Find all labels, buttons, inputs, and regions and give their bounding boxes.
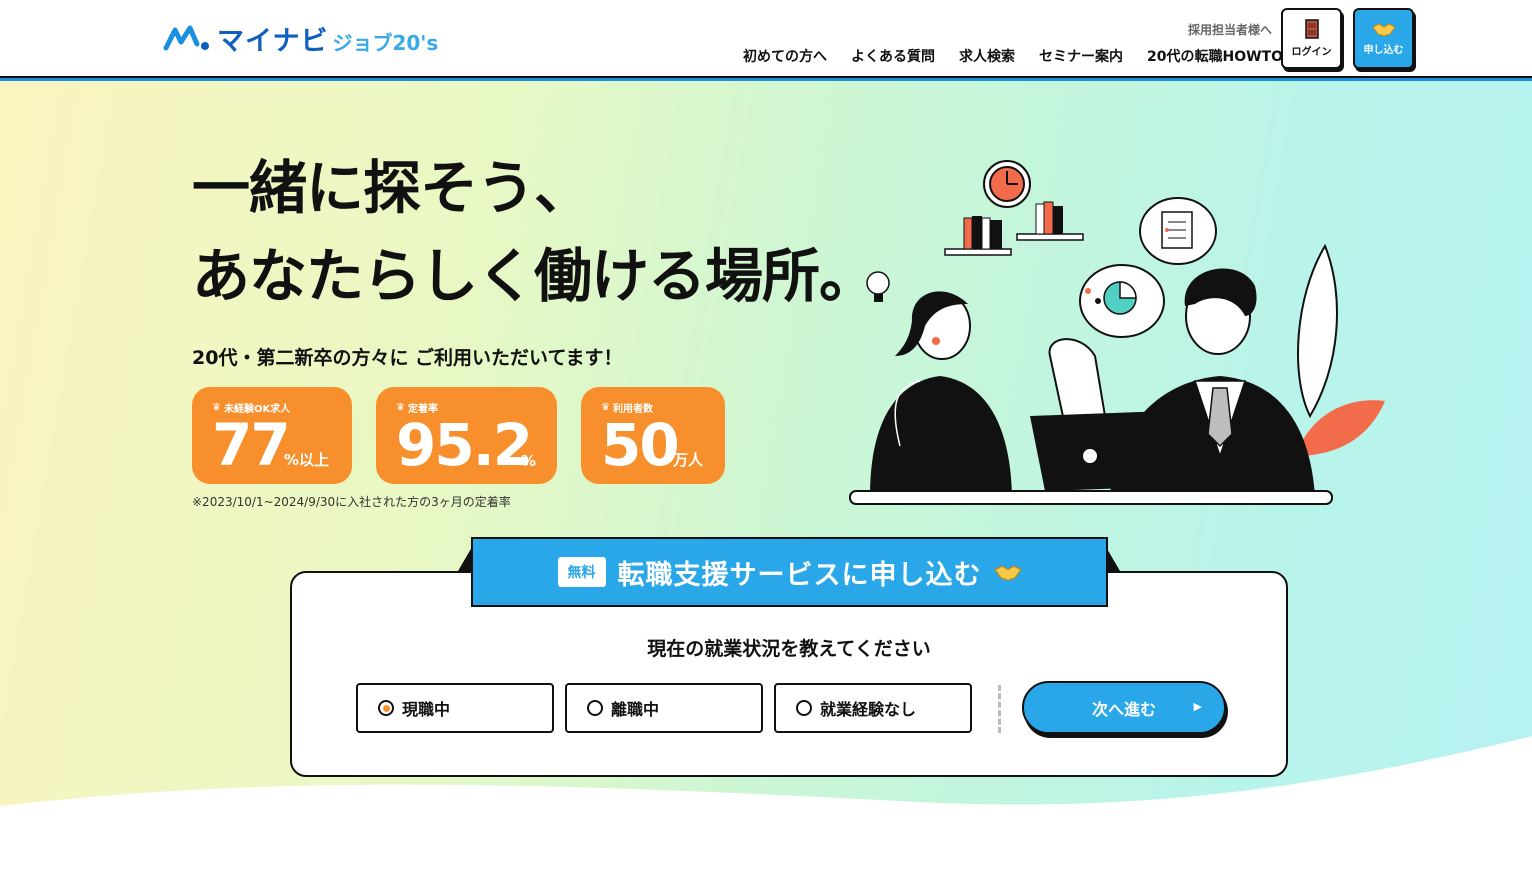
- apply-label: 申し込む: [1363, 45, 1404, 56]
- door-icon: [1304, 19, 1319, 39]
- option-unemployed[interactable]: 離職中: [565, 683, 763, 733]
- headline-line-2: あなたらしく働ける場所。: [192, 242, 877, 310]
- handshake-icon: [1371, 23, 1396, 37]
- bookshelf-right: [1016, 201, 1084, 241]
- logo-mark-icon: [163, 25, 209, 51]
- nav-seminar[interactable]: セミナー案内: [1039, 46, 1123, 66]
- headline-line-1: 一緒に探そう、: [192, 154, 592, 222]
- desk: [849, 490, 1333, 505]
- option-label: 現職中: [402, 700, 451, 719]
- stat-value: 95.2: [396, 411, 533, 479]
- stat-card-users: ♛ 利用者数 50 万人: [581, 387, 725, 484]
- play-arrow-icon: ▶: [1193, 700, 1202, 713]
- lightbulb-icon: [866, 271, 890, 302]
- login-label: ログイン: [1291, 47, 1332, 58]
- main-nav: 初めての方へ よくある質問 求人検索 セミナー案内 20代の転職HOWTO: [743, 46, 1283, 66]
- handshake-icon: [993, 565, 1022, 581]
- stat-unit: 万人: [673, 451, 704, 469]
- stat-unit: %: [521, 452, 537, 470]
- option-label: 就業経験なし: [820, 700, 917, 719]
- next-label: 次へ進む: [1091, 699, 1156, 719]
- next-button[interactable]: 次へ進む ▶: [1022, 681, 1226, 734]
- option-label: 離職中: [611, 700, 660, 719]
- stat-footnote: ※2023/10/1~2024/9/30に入社された方の3ヶ月の定着率: [192, 495, 511, 509]
- stat-unit: %以上: [284, 451, 330, 469]
- speech-bubble-chart: [1079, 264, 1165, 338]
- stat-value: 77: [212, 411, 291, 479]
- radio-selected-icon[interactable]: [378, 700, 394, 716]
- site-logo[interactable]: マイナビ ジョブ20's: [163, 20, 439, 57]
- form-ribbon: 無料 転職支援サービスに申し込む: [471, 537, 1108, 607]
- nav-job-search[interactable]: 求人検索: [959, 46, 1015, 66]
- speech-bubble-checklist: [1139, 197, 1217, 265]
- stat-card-inexperienced: ♛ 未経験OK求人 77 %以上: [192, 387, 352, 484]
- option-employed[interactable]: 現職中: [356, 683, 554, 733]
- woman-figure: [870, 291, 1012, 496]
- stat-value: 50: [601, 411, 680, 479]
- employment-question: 現在の就業状況を教えてください: [647, 638, 931, 660]
- free-badge: 無料: [557, 557, 606, 587]
- hero-subline: 20代・第二新卒の方々に ご利用いただいてます！: [192, 347, 623, 369]
- plant-leaves: [1295, 243, 1385, 456]
- login-button[interactable]: ログイン: [1281, 8, 1342, 69]
- recruiter-link[interactable]: 採用担当者様へ: [1188, 21, 1272, 38]
- radio-icon[interactable]: [796, 700, 812, 716]
- apply-button[interactable]: 申し込む: [1353, 8, 1414, 69]
- stat-card-retention: ♛ 定着率 95.2 %: [376, 387, 557, 484]
- hero-section: 一緒に探そう、 あなたらしく働ける場所。 20代・第二新卒の方々に ご利用いただ…: [0, 81, 1532, 875]
- nav-faq[interactable]: よくある質問: [851, 46, 935, 66]
- clock-icon: [983, 160, 1031, 208]
- laptop-icon: [1030, 411, 1185, 491]
- logo-main-text: マイナビ: [217, 25, 329, 57]
- nav-first-time[interactable]: 初めての方へ: [743, 46, 827, 66]
- option-no-experience[interactable]: 就業経験なし: [774, 683, 972, 733]
- nav-howto[interactable]: 20代の転職HOWTO: [1147, 46, 1283, 66]
- site-header: マイナビ ジョブ20's 採用担当者様へ 初めての方へ よくある質問 求人検索 …: [0, 0, 1532, 81]
- logo-sub-text: ジョブ20's: [332, 30, 439, 55]
- hero-illustration: [849, 160, 1385, 505]
- radio-icon[interactable]: [587, 700, 603, 716]
- bookshelf-left: [944, 216, 1012, 256]
- form-divider: [998, 685, 1001, 733]
- form-title: 転職支援サービスに申し込む: [617, 559, 982, 591]
